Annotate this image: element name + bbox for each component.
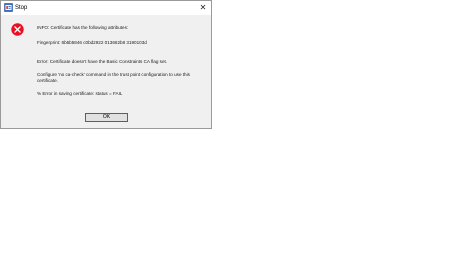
message-certificate-line: certificate. xyxy=(37,78,58,83)
message-configure-line: Configure 'no ca-check' command in the t… xyxy=(37,72,190,77)
ok-button[interactable]: OK xyxy=(85,113,128,122)
message-fingerprint-line: Fingerprint: 8b5b5846 c0bd2922 013662b8 … xyxy=(37,40,147,45)
stop-dialog: Stop ✕ INFO: Certificate has the followi… xyxy=(0,0,212,129)
message-status-line: % Error in saving certificate: status = … xyxy=(37,91,123,96)
app-icon xyxy=(4,3,13,12)
error-icon xyxy=(11,23,24,36)
message-info-line: INFO: Certificate has the following attr… xyxy=(37,25,129,30)
close-button[interactable]: ✕ xyxy=(197,2,209,14)
window-title: Stop xyxy=(15,5,28,11)
message-error-line: Error: Certificate doesn't have the Basi… xyxy=(37,59,168,64)
title-bar[interactable]: Stop ✕ xyxy=(1,1,211,15)
